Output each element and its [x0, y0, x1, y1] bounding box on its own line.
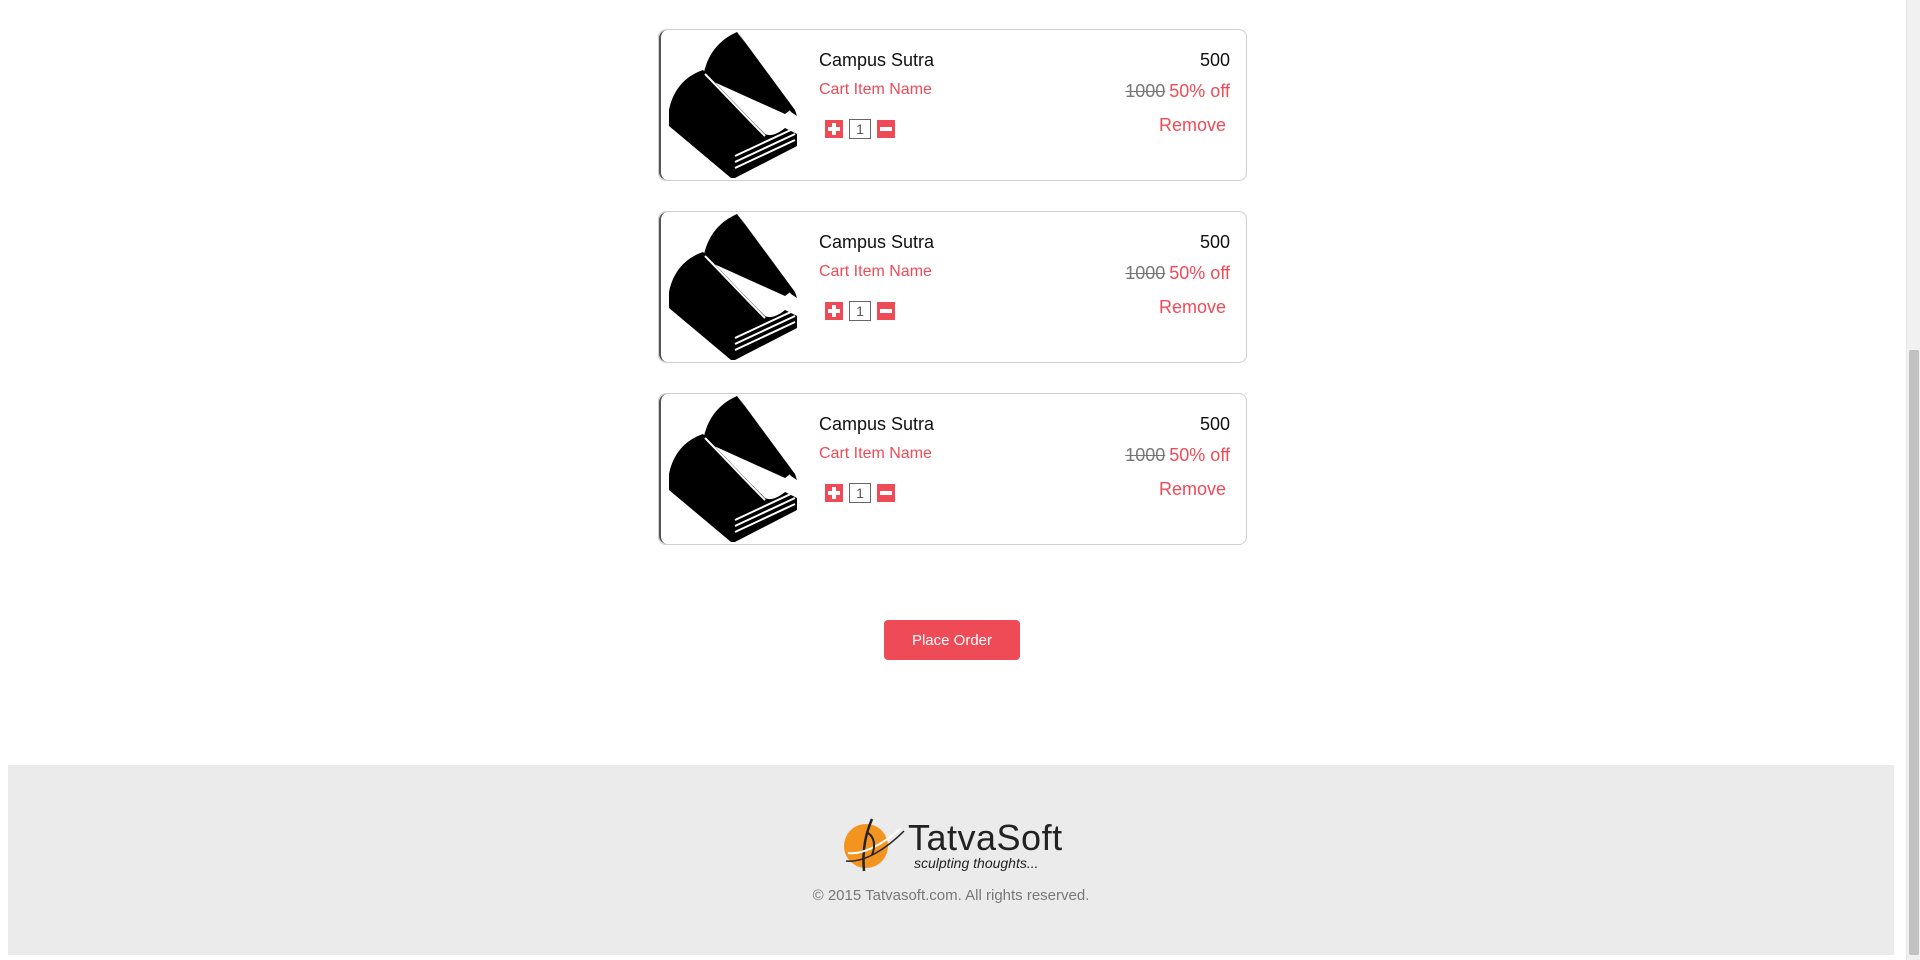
price-row: 1000 50% off [1125, 263, 1230, 284]
cart-list: Campus Sutra Cart Item Name 1 500 1000 50… [658, 29, 1247, 575]
price-row: 1000 50% off [1125, 445, 1230, 466]
cart-item: Campus Sutra Cart Item Name 1 500 1000 50… [658, 211, 1247, 363]
book-icon [669, 32, 797, 178]
quantity-stepper: 1 [825, 301, 895, 321]
item-price: 500 [1199, 414, 1230, 434]
item-subtitle: Cart Item Name [819, 81, 932, 98]
remove-button[interactable]: Remove [1159, 297, 1226, 318]
cart-item: Campus Sutra Cart Item Name 1 500 1000 50… [658, 393, 1247, 545]
minus-icon[interactable] [877, 120, 895, 138]
plus-icon[interactable] [825, 484, 843, 502]
brand-name: TatvaSoft [908, 817, 1063, 858]
remove-button[interactable]: Remove [1159, 115, 1226, 136]
footer: TatvaSoft sculpting thoughts... © 2015 T… [8, 765, 1894, 955]
product-image [659, 30, 797, 180]
item-subtitle: Cart Item Name [819, 263, 932, 280]
old-price: 1000 [1125, 81, 1166, 101]
cart-item: Campus Sutra Cart Item Name 1 500 1000 50… [658, 29, 1247, 181]
tatvasoft-logo[interactable]: TatvaSoft sculpting thoughts... [842, 815, 1072, 875]
discount-label: 50% off [1169, 263, 1230, 283]
item-price: 500 [1199, 50, 1230, 70]
copyright-text: © 2015 Tatvasoft.com. All rights reserve… [812, 887, 1090, 904]
scrollbar-thumb[interactable] [1909, 350, 1919, 955]
item-price: 500 [1199, 232, 1230, 252]
brand-tagline: sculpting thoughts... [914, 855, 1039, 871]
quantity-stepper: 1 [825, 119, 895, 139]
quantity-input[interactable]: 1 [849, 301, 871, 321]
page-content: Campus Sutra Cart Item Name 1 500 1000 50… [0, 0, 1906, 960]
old-price: 1000 [1125, 445, 1166, 465]
item-title: Campus Sutra [819, 414, 935, 434]
tatvasoft-logo-icon [844, 818, 905, 872]
item-title: Campus Sutra [819, 50, 935, 70]
remove-button[interactable]: Remove [1159, 479, 1226, 500]
old-price: 1000 [1125, 263, 1166, 283]
book-icon [669, 214, 797, 360]
item-subtitle: Cart Item Name [819, 445, 932, 462]
product-image [659, 212, 797, 362]
plus-icon[interactable] [825, 120, 843, 138]
minus-icon[interactable] [877, 484, 895, 502]
discount-label: 50% off [1169, 81, 1230, 101]
item-title: Campus Sutra [819, 232, 935, 252]
price-row: 1000 50% off [1125, 81, 1230, 102]
quantity-stepper: 1 [825, 483, 895, 503]
place-order-button[interactable]: Place Order [884, 620, 1020, 660]
discount-label: 50% off [1169, 445, 1230, 465]
quantity-input[interactable]: 1 [849, 483, 871, 503]
book-icon [669, 396, 797, 542]
vertical-scrollbar[interactable] [1906, 0, 1920, 960]
product-image [659, 394, 797, 544]
minus-icon[interactable] [877, 302, 895, 320]
quantity-input[interactable]: 1 [849, 119, 871, 139]
plus-icon[interactable] [825, 302, 843, 320]
